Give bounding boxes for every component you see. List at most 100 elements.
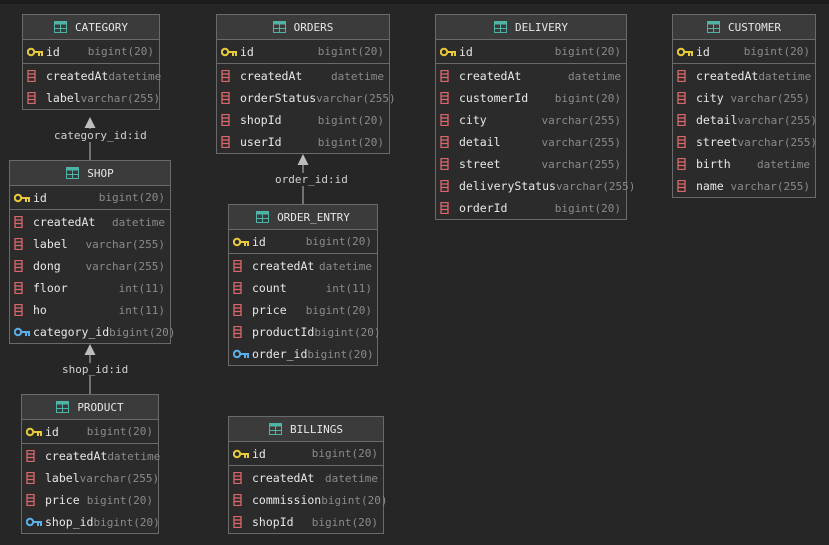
- primary-key-section: id bigint(20): [436, 40, 626, 64]
- entity-order-entry[interactable]: ORDER_ENTRY id bigint(20) createdAt date…: [228, 204, 381, 366]
- column-name: id: [46, 44, 60, 59]
- entity-header[interactable]: ORDERS: [217, 15, 389, 40]
- column-icon: [233, 326, 242, 338]
- foreign-key-row[interactable]: order_id bigint(20): [229, 343, 377, 365]
- column-row[interactable]: productId bigint(20): [229, 321, 381, 343]
- column-name: createdAt: [46, 69, 109, 83]
- column-row[interactable]: commission bigint(20): [229, 489, 387, 511]
- column-type: bigint(20): [317, 135, 384, 149]
- primary-key-row[interactable]: id bigint(20): [23, 40, 159, 63]
- column-row[interactable]: city varchar(255): [673, 87, 815, 109]
- column-list: createdAt datetime count int(11) price b…: [229, 254, 381, 365]
- col-icon-slot: [14, 215, 33, 229]
- primary-key-row[interactable]: id bigint(20): [673, 40, 815, 63]
- entity-delivery[interactable]: DELIVERY id bigint(20) createdAt datetim…: [435, 14, 635, 220]
- entity-title: SHOP: [87, 166, 114, 180]
- column-row[interactable]: createdAt datetime: [217, 65, 389, 87]
- foreign-key-row[interactable]: category_id bigint(20): [10, 321, 175, 343]
- column-icon: [233, 260, 242, 272]
- column-icon: [26, 450, 35, 462]
- column-row[interactable]: orderStatus varchar(255): [217, 87, 396, 109]
- entity-header[interactable]: PRODUCT: [22, 395, 158, 420]
- column-name: commission: [252, 493, 322, 507]
- column-list: createdAt datetime commission bigint(20)…: [229, 466, 387, 533]
- column-row[interactable]: detail varchar(255): [673, 109, 817, 131]
- column-row[interactable]: createdAt datetime: [229, 255, 377, 277]
- col-icon-slot: [233, 493, 252, 507]
- pk-icon-slot: [27, 45, 46, 59]
- entity-header[interactable]: BILLINGS: [229, 417, 383, 442]
- primary-key-row[interactable]: id bigint(20): [217, 40, 389, 63]
- column-row[interactable]: floor int(11): [10, 277, 170, 299]
- column-row[interactable]: createdAt datetime: [23, 65, 161, 87]
- primary-key-row[interactable]: id bigint(20): [436, 40, 626, 63]
- entity-customer[interactable]: CUSTOMER id bigint(20) createdAt datetim…: [672, 14, 817, 198]
- column-row[interactable]: createdAt datetime: [229, 467, 383, 489]
- column-type: datetime: [325, 471, 378, 485]
- relationship-label: shop_id:id: [61, 363, 130, 376]
- column-name: createdAt: [252, 471, 315, 485]
- col-icon-slot: [221, 91, 240, 105]
- entity-category[interactable]: CATEGORY id bigint(20) createdAt datetim…: [22, 14, 161, 110]
- entity-header[interactable]: CUSTOMER: [673, 15, 815, 40]
- primary-key-icon: [27, 47, 43, 56]
- col-icon-slot: [221, 135, 240, 149]
- primary-key-row[interactable]: id bigint(20): [22, 420, 158, 443]
- column-row[interactable]: createdAt datetime: [10, 211, 170, 233]
- entity-billings[interactable]: BILLINGS id bigint(20) createdAt datetim…: [228, 416, 387, 534]
- entity-product[interactable]: PRODUCT id bigint(20) createdAt datetime…: [21, 394, 160, 534]
- foreign-key-row[interactable]: shop_id bigint(20): [22, 511, 160, 533]
- entity-orders[interactable]: ORDERS id bigint(20) createdAt datetime …: [216, 14, 396, 154]
- column-type: bigint(20): [305, 303, 372, 317]
- column-row[interactable]: label varchar(255): [23, 87, 160, 109]
- column-row[interactable]: orderId bigint(20): [436, 197, 626, 219]
- column-row[interactable]: street varchar(255): [673, 131, 817, 153]
- col-icon-slot: [233, 281, 252, 295]
- column-row[interactable]: shopId bigint(20): [217, 109, 389, 131]
- column-row[interactable]: createdAt datetime: [22, 445, 160, 467]
- column-row[interactable]: street varchar(255): [436, 153, 626, 175]
- column-icon: [221, 114, 230, 126]
- column-row[interactable]: city varchar(255): [436, 109, 626, 131]
- col-icon-slot: [677, 179, 696, 193]
- column-row[interactable]: price bigint(20): [22, 489, 158, 511]
- col-icon-slot: [677, 69, 696, 83]
- er-diagram-canvas[interactable]: CATEGORY id bigint(20) createdAt datetim…: [0, 0, 829, 545]
- column-name: shopId: [252, 515, 294, 529]
- column-row[interactable]: birth datetime: [673, 153, 815, 175]
- primary-key-row[interactable]: id bigint(20): [10, 186, 170, 209]
- column-icon: [677, 70, 686, 82]
- column-row[interactable]: label varchar(255): [22, 467, 159, 489]
- column-row[interactable]: deliveryStatus varchar(255): [436, 175, 635, 197]
- column-name: createdAt: [45, 449, 108, 463]
- column-icon: [440, 136, 449, 148]
- column-row[interactable]: shopId bigint(20): [229, 511, 383, 533]
- fk-icon-slot: [233, 347, 252, 361]
- entity-header[interactable]: SHOP: [10, 161, 170, 186]
- column-row[interactable]: name varchar(255): [673, 175, 815, 197]
- column-row[interactable]: userId bigint(20): [217, 131, 389, 153]
- column-row[interactable]: dong varchar(255): [10, 255, 170, 277]
- entity-shop[interactable]: SHOP id bigint(20) createdAt datetime la…: [9, 160, 175, 344]
- column-icon: [677, 158, 686, 170]
- column-row[interactable]: price bigint(20): [229, 299, 377, 321]
- pk-icon-slot: [440, 45, 459, 59]
- column-list: createdAt datetime label varchar(255): [23, 64, 161, 109]
- column-row[interactable]: createdAt datetime: [673, 65, 815, 87]
- column-name: category_id: [33, 325, 110, 339]
- column-icon: [233, 282, 242, 294]
- entity-header[interactable]: CATEGORY: [23, 15, 159, 40]
- entity-header[interactable]: ORDER_ENTRY: [229, 205, 377, 230]
- table-icon: [494, 21, 507, 33]
- column-row[interactable]: count int(11): [229, 277, 377, 299]
- column-row[interactable]: detail varchar(255): [436, 131, 626, 153]
- column-row[interactable]: ho int(11): [10, 299, 170, 321]
- primary-key-row[interactable]: id bigint(20): [229, 442, 383, 465]
- entity-header[interactable]: DELIVERY: [436, 15, 626, 40]
- column-row[interactable]: customerId bigint(20): [436, 87, 626, 109]
- primary-key-row[interactable]: id bigint(20): [229, 230, 377, 253]
- column-name: createdAt: [240, 69, 303, 83]
- column-row[interactable]: createdAt datetime: [436, 65, 626, 87]
- column-row[interactable]: label varchar(255): [10, 233, 170, 255]
- column-name: floor: [33, 281, 68, 295]
